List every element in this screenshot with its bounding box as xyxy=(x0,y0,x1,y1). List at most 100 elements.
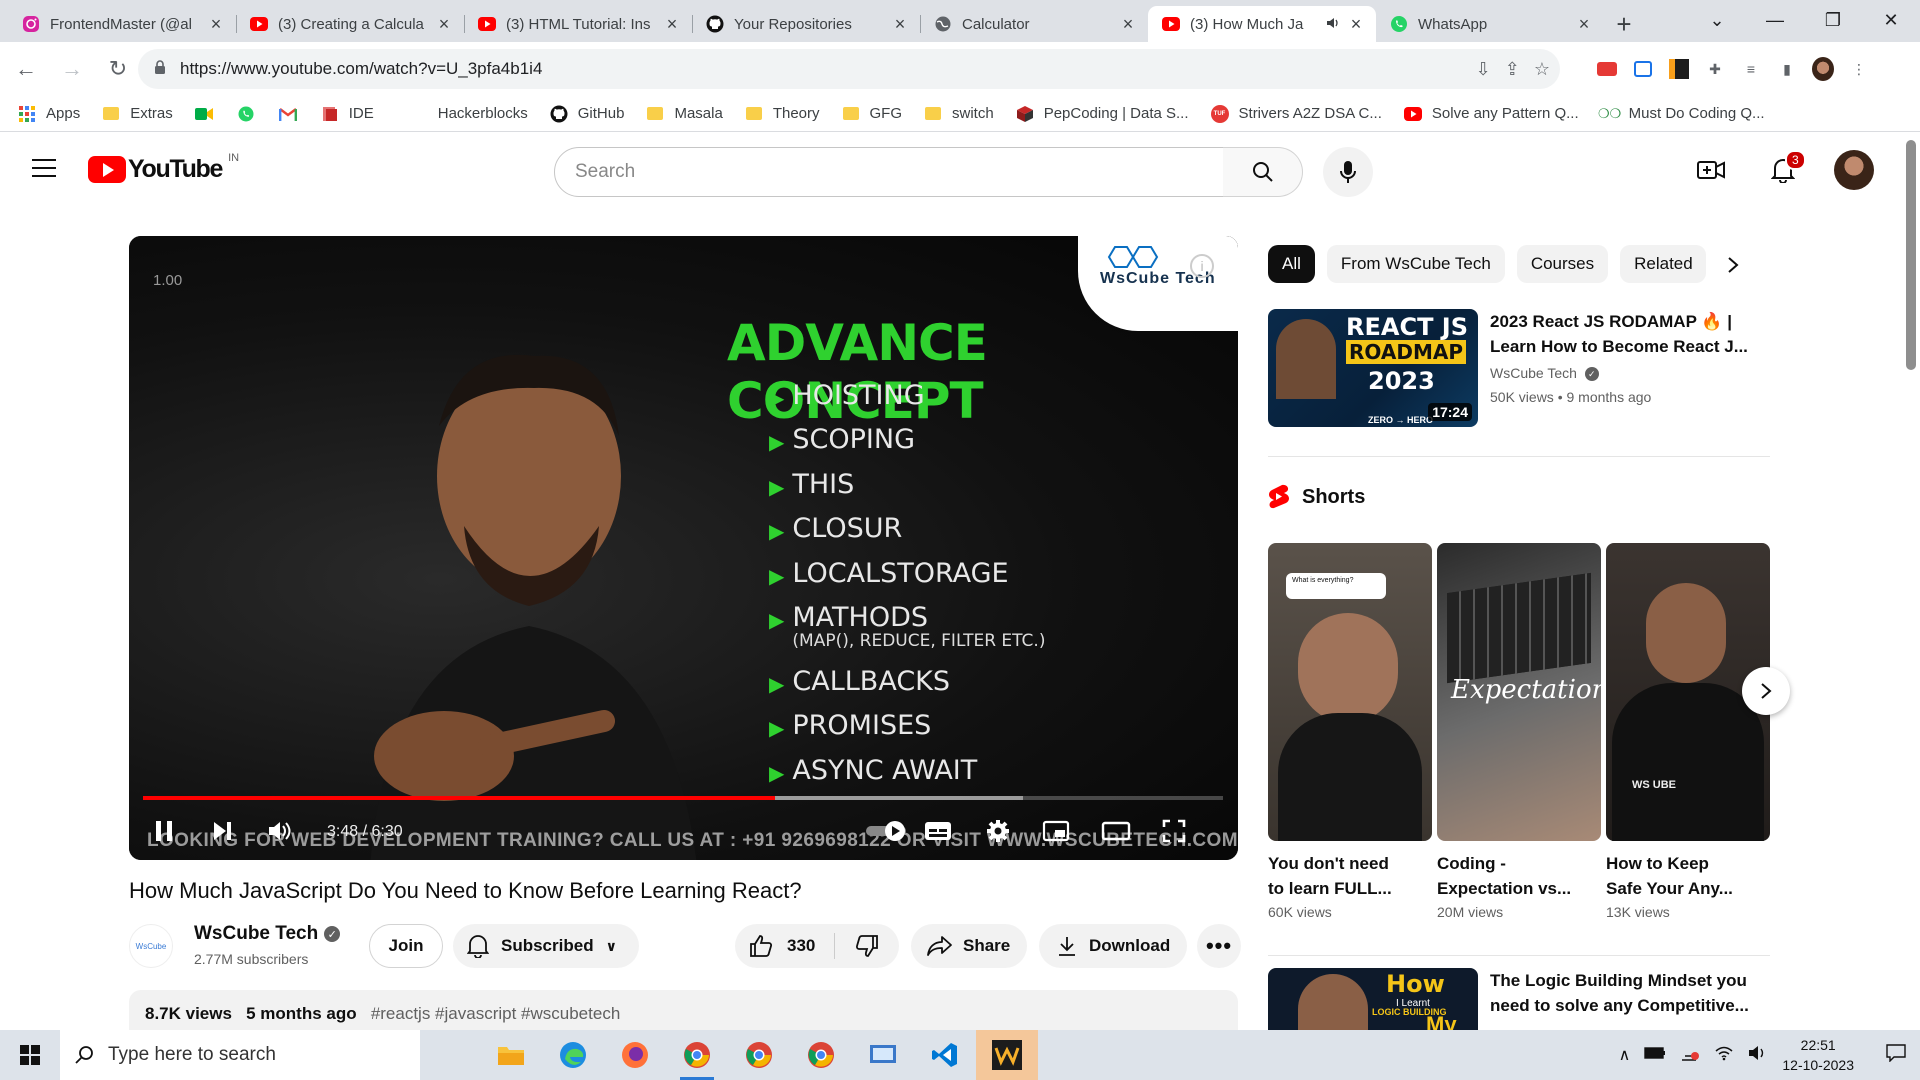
address-bar[interactable]: https://www.youtube.com/watch?v=U_3pfa4b… xyxy=(138,49,1560,89)
side-panel-icon[interactable]: ▮ xyxy=(1776,58,1798,80)
reading-list-icon[interactable]: ≡ xyxy=(1740,58,1762,80)
bookmark-masala[interactable]: Masala xyxy=(646,105,723,123)
recommended-video[interactable]: REACT JS ROADMAP 2023 ZERO → HERO 17:24 … xyxy=(1268,309,1778,429)
video-thumbnail[interactable]: REACT JS ROADMAP 2023 ZERO → HERO 17:24 xyxy=(1268,309,1478,427)
bookmark-whatsapp[interactable] xyxy=(237,105,265,123)
fullscreen-button[interactable] xyxy=(1159,816,1189,846)
file-explorer-icon[interactable] xyxy=(480,1030,542,1080)
bookmark-extras[interactable]: Extras xyxy=(102,105,173,123)
bookmark-theory[interactable]: Theory xyxy=(745,105,820,123)
chip-courses[interactable]: Courses xyxy=(1516,245,1609,283)
firefox-icon[interactable] xyxy=(604,1030,666,1080)
description-box[interactable]: 8.7K views 5 months ago #reactjs #javasc… xyxy=(129,990,1238,1030)
notifications-center-icon[interactable] xyxy=(1886,1043,1906,1067)
share-page-icon[interactable]: ⇪ xyxy=(1505,59,1520,80)
close-window-button[interactable]: ✕ xyxy=(1862,0,1920,40)
start-button[interactable] xyxy=(0,1030,60,1080)
speaker-icon[interactable] xyxy=(1326,17,1340,32)
bookmark-ide[interactable]: IDE xyxy=(321,105,374,123)
volume-icon[interactable] xyxy=(1748,1045,1768,1066)
extensions-puzzle-icon[interactable]: ✚ xyxy=(1704,58,1726,80)
short-item[interactable]: Expectation Coding - Expectation vs... 20… xyxy=(1437,543,1601,920)
page-scrollbar[interactable] xyxy=(1906,140,1916,370)
youtube-logo[interactable]: YouTube IN xyxy=(88,152,239,184)
tab-instagram[interactable]: FrontendMaster (@al × xyxy=(8,6,236,42)
tab-youtube-calculator[interactable]: (3) Creating a Calcula × xyxy=(236,6,464,42)
download-button[interactable]: Download xyxy=(1039,924,1187,968)
short-item[interactable]: What is everything? You don't need to lea… xyxy=(1268,543,1432,920)
menu-kebab-icon[interactable]: ⋮ xyxy=(1848,58,1870,80)
miniplayer-button[interactable] xyxy=(1041,816,1071,846)
bookmark-github[interactable]: GitHub xyxy=(550,105,624,123)
search-input[interactable]: Search xyxy=(554,147,1224,197)
forward-button[interactable]: → xyxy=(52,49,92,89)
bookmark-hackerblocks[interactable]: Hackerblocks xyxy=(410,105,528,123)
channel-name[interactable]: WsCube Tech ✓ xyxy=(194,923,341,945)
close-icon[interactable]: × xyxy=(434,14,454,35)
control-panel-icon[interactable] xyxy=(852,1030,914,1080)
video-thumbnail[interactable]: How I Learnt LOGIC BUILDING My xyxy=(1268,968,1478,1030)
close-icon[interactable]: × xyxy=(662,14,682,35)
tab-search-chevron-icon[interactable]: ⌄ xyxy=(1688,0,1746,40)
search-button[interactable] xyxy=(1223,147,1303,197)
chip-from-channel[interactable]: From WsCube Tech xyxy=(1326,245,1505,283)
join-button[interactable]: Join xyxy=(369,924,443,968)
chrome-profile-2-icon[interactable] xyxy=(790,1030,852,1080)
restore-button[interactable]: ❐ xyxy=(1804,0,1862,40)
theater-mode-button[interactable] xyxy=(1101,816,1131,846)
bookmark-strivers[interactable]: TUF Strivers A2Z DSA C... xyxy=(1210,104,1382,123)
taskbar-search[interactable]: Type here to search xyxy=(60,1030,420,1080)
chrome-profile-1-icon[interactable] xyxy=(666,1030,728,1080)
tab-youtube-html[interactable]: (3) HTML Tutorial: Ins × xyxy=(464,6,692,42)
extension-blue-icon[interactable] xyxy=(1632,58,1654,80)
next-video-button[interactable] xyxy=(207,816,237,846)
recommended-video[interactable]: How I Learnt LOGIC BUILDING My The Logic… xyxy=(1268,968,1778,1030)
tab-calculator[interactable]: Calculator × xyxy=(920,6,1148,42)
bookmark-apps[interactable]: Apps xyxy=(18,105,80,123)
close-icon[interactable]: × xyxy=(206,14,226,35)
lock-icon[interactable] xyxy=(154,59,166,79)
close-icon[interactable]: × xyxy=(1118,14,1138,35)
vscode-icon[interactable] xyxy=(914,1030,976,1080)
video-player[interactable]: 1.00 WsCube Tech i ADVANCE CONCEPT ▶ HOIS… xyxy=(129,236,1238,860)
chrome-icon[interactable] xyxy=(728,1030,790,1080)
seek-bar[interactable] xyxy=(143,796,1223,800)
chip-related[interactable]: Related xyxy=(1620,245,1707,283)
minimize-button[interactable]: — xyxy=(1746,0,1804,40)
install-icon[interactable]: ⇩ xyxy=(1476,59,1491,80)
dislike-button[interactable] xyxy=(835,934,899,958)
notifications-button[interactable]: 3 xyxy=(1762,149,1806,191)
bookmark-meet[interactable] xyxy=(194,105,223,123)
account-avatar[interactable] xyxy=(1834,150,1874,190)
short-item[interactable]: WS UBE How to Keep Safe Your Any... 13K v… xyxy=(1606,543,1770,920)
profile-avatar[interactable] xyxy=(1812,57,1834,81)
bookmark-switch[interactable]: switch xyxy=(924,105,994,123)
extension-leetcode-icon[interactable] xyxy=(1668,58,1690,80)
subscribed-button[interactable]: Subscribed ∨ xyxy=(453,924,639,968)
extension-red-icon[interactable] xyxy=(1596,58,1618,80)
bookmark-gmail[interactable] xyxy=(278,105,307,123)
more-actions-button[interactable]: ••• xyxy=(1197,924,1241,968)
create-video-button[interactable] xyxy=(1690,149,1732,191)
voice-search-button[interactable] xyxy=(1323,147,1373,197)
shorts-next-button[interactable] xyxy=(1742,667,1790,715)
back-button[interactable]: ← xyxy=(6,49,46,89)
chevron-right-icon[interactable] xyxy=(1718,250,1748,280)
captions-button[interactable] xyxy=(923,816,953,846)
waves-app-icon[interactable] xyxy=(976,1030,1038,1080)
chevron-up-icon[interactable]: ∧ xyxy=(1619,1045,1631,1065)
close-icon[interactable]: × xyxy=(1346,14,1366,35)
like-button[interactable]: 330 xyxy=(735,933,835,959)
settings-button[interactable] xyxy=(983,816,1013,846)
bookmark-pepcoding[interactable]: PepCoding | Data S... xyxy=(1016,105,1189,123)
edge-icon[interactable] xyxy=(542,1030,604,1080)
mute-button[interactable] xyxy=(265,816,295,846)
new-tab-button[interactable]: + xyxy=(1604,6,1644,42)
share-button[interactable]: Share xyxy=(911,924,1027,968)
tab-github[interactable]: Your Repositories × xyxy=(692,6,920,42)
chip-all[interactable]: All xyxy=(1268,245,1315,283)
bookmark-gfg[interactable]: GFG xyxy=(842,105,902,123)
network-error-icon[interactable] xyxy=(1680,1044,1700,1067)
info-icon[interactable]: i xyxy=(1190,254,1214,278)
pause-button[interactable] xyxy=(149,816,179,846)
